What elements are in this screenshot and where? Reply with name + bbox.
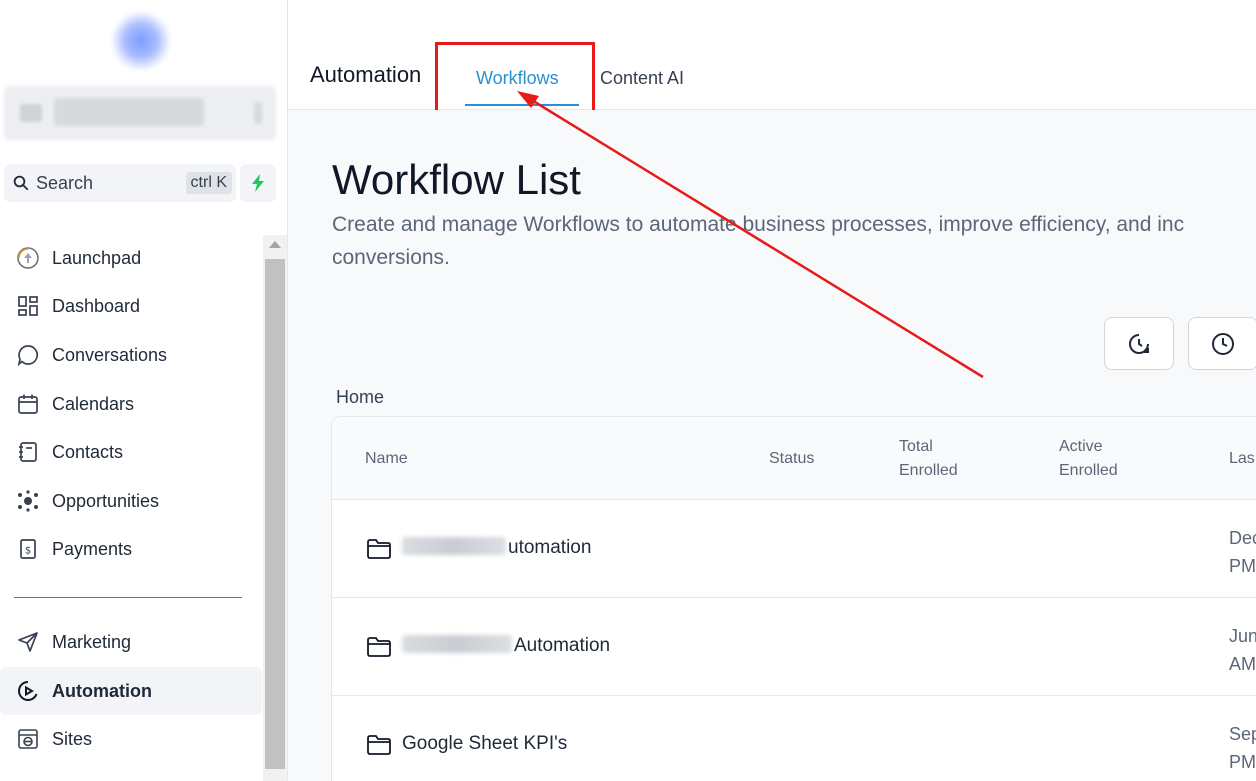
scrollbar-thumb[interactable]: [265, 259, 285, 769]
top-bar: Automation Workflows Content AI: [288, 0, 1256, 118]
search-icon: [13, 175, 29, 191]
breadcrumb[interactable]: Home: [336, 387, 384, 408]
opportunities-icon: [16, 489, 40, 513]
sidebar-item-label: Payments: [52, 538, 133, 559]
page-description: Create and manage Workflows to automate …: [332, 213, 1185, 269]
folder-icon: [367, 637, 391, 657]
partial-icon: [16, 776, 40, 781]
workflow-folder-name-text: utomation: [508, 537, 592, 558]
chat-bubble-icon: [16, 343, 40, 367]
module-title: Automation: [310, 62, 422, 87]
sidebar-item-marketing[interactable]: Marketing: [0, 618, 262, 666]
annotation-highlight-box: [435, 42, 595, 118]
table-row[interactable]: Automation Jun AM: [332, 598, 1256, 696]
scroll-up-arrow-icon[interactable]: [269, 241, 281, 248]
sidebar-scrollbar[interactable]: [263, 235, 287, 781]
svg-text:$: $: [25, 546, 31, 557]
sidebar-item-contacts[interactable]: Contacts: [0, 428, 262, 476]
column-header-active-enrolled[interactable]: Active Enrolled: [1059, 435, 1118, 483]
table-row[interactable]: Google Sheet KPI's Sep PM: [332, 696, 1256, 781]
sidebar-item-label: Dashboard: [52, 295, 141, 316]
sidebar-item-label: Marketing: [52, 631, 132, 652]
account-switcher[interactable]: [4, 86, 276, 140]
last-updated-date: Jun AM: [1229, 626, 1256, 674]
search-bar[interactable]: Search ctrl K: [4, 164, 236, 202]
main-content: Workflow List Create and manage Workflow…: [288, 110, 1256, 781]
send-icon: [16, 630, 40, 654]
column-header-status[interactable]: Status: [769, 447, 814, 471]
sidebar-item-label: Launchpad: [52, 247, 142, 268]
redacted-text: [402, 537, 506, 555]
workflow-folder-name[interactable]: utomation: [402, 537, 591, 559]
workflow-folder-name[interactable]: Automation: [402, 635, 610, 657]
folder-icon: [367, 539, 391, 559]
last-updated-date: Dec PM: [1229, 528, 1256, 576]
column-header-name[interactable]: Name: [365, 447, 408, 471]
workflow-folder-name[interactable]: Google Sheet KPI's: [402, 733, 567, 755]
table-header: Name Status Total Enrolled Active Enroll…: [332, 417, 1256, 500]
sidebar-item-label: Opportunities: [52, 490, 160, 511]
sidebar-item-label: Conversations: [52, 344, 168, 365]
sidebar-item-label: Sites: [52, 728, 93, 749]
company-logo: [112, 12, 170, 70]
folder-icon: [367, 735, 391, 755]
sidebar-item-label: Contacts: [52, 441, 124, 462]
sidebar-item-payments[interactable]: $ Payments: [0, 525, 262, 573]
sidebar-divider: [14, 597, 242, 598]
history-button[interactable]: [1188, 317, 1256, 370]
page-title: Workflow List: [332, 156, 581, 203]
workflow-table: Name Status Total Enrolled Active Enroll…: [331, 416, 1256, 781]
contacts-book-icon: [16, 440, 40, 464]
sidebar-item-conversations[interactable]: Conversations: [0, 331, 262, 379]
search-shortcut-badge: ctrl K: [185, 172, 232, 194]
search-label: Search: [36, 172, 94, 193]
payments-receipt-icon: $: [16, 537, 40, 561]
sidebar-item-sites[interactable]: Sites: [0, 715, 262, 763]
history-refresh-icon: [1129, 333, 1149, 354]
sites-icon: [16, 727, 40, 751]
workflow-folder-name-text: Automation: [514, 635, 611, 656]
sidebar-item-more[interactable]: [0, 764, 262, 781]
sidebar-item-label: Automation: [52, 680, 152, 701]
clock-icon: [1212, 332, 1234, 355]
sidebar-item-calendars[interactable]: Calendars: [0, 380, 262, 428]
quick-actions-button[interactable]: [240, 164, 276, 202]
sidebar-item-automation[interactable]: Automation: [0, 667, 262, 715]
dashboard-icon: [16, 294, 40, 318]
calendar-icon: [16, 392, 40, 416]
lightning-bolt-icon: [252, 174, 264, 192]
sidebar-item-dashboard[interactable]: Dashboard: [0, 282, 262, 330]
tab-content-ai[interactable]: Content AI: [600, 68, 684, 89]
sidebar-item-opportunities[interactable]: Opportunities: [0, 477, 262, 525]
launchpad-icon: [16, 246, 40, 270]
recent-history-button[interactable]: [1104, 317, 1174, 370]
column-header-last-updated[interactable]: Las: [1229, 447, 1255, 471]
sidebar-item-launchpad[interactable]: Launchpad: [0, 234, 262, 282]
sidebar-item-label: Calendars: [52, 393, 135, 414]
redacted-text: [402, 635, 512, 653]
column-header-total-enrolled[interactable]: Total Enrolled: [899, 435, 958, 483]
table-row[interactable]: utomation Dec PM: [332, 500, 1256, 598]
last-updated-date: Sep PM: [1229, 724, 1256, 772]
sidebar: Search ctrl K Launchpad Dashboard Conver…: [0, 0, 288, 781]
automation-icon: [16, 679, 40, 703]
